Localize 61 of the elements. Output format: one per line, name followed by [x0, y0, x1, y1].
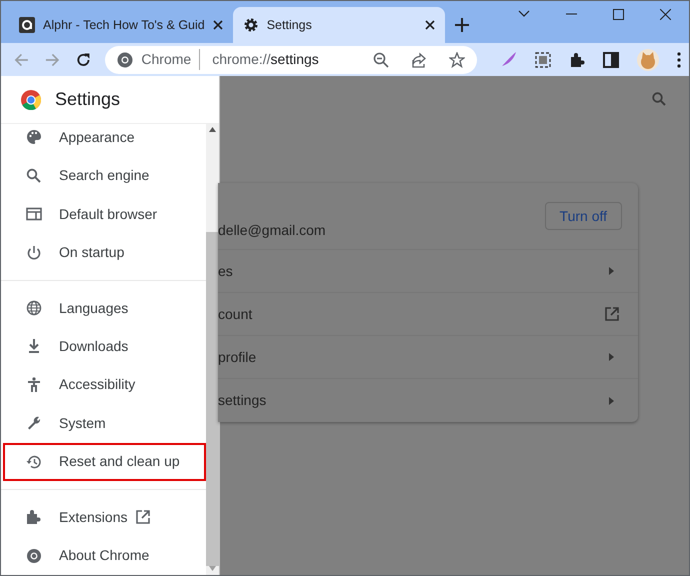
search-icon[interactable]	[652, 92, 666, 106]
puzzle-icon	[26, 509, 42, 526]
share-icon[interactable]	[411, 52, 428, 68]
settings-row[interactable]: es	[218, 250, 638, 293]
palette-icon	[26, 129, 42, 146]
search-icon	[26, 168, 42, 184]
browser-window-icon	[26, 206, 42, 222]
chevron-down-icon[interactable]	[518, 10, 530, 18]
screenshot-icon[interactable]	[535, 52, 552, 68]
power-icon	[26, 244, 42, 261]
sidebar-item[interactable]: On startup	[3, 233, 206, 272]
triangle-right-icon	[609, 396, 614, 404]
tab[interactable]: Alphr - Tech How To's & Guid	[9, 7, 233, 43]
sidebar-item[interactable]: Search engine	[3, 156, 206, 195]
star-icon[interactable]	[449, 52, 466, 68]
sidebar-item[interactable]: System	[3, 404, 206, 443]
external-link-icon[interactable]	[136, 510, 150, 524]
sidebar-item[interactable]: Extensions	[3, 498, 206, 536]
download-icon	[26, 338, 42, 354]
external-link-icon	[605, 307, 619, 321]
account-email: delle@gmail.com	[218, 221, 326, 240]
more-menu-icon[interactable]	[677, 52, 682, 68]
url-text: chrome://settings	[212, 50, 320, 69]
side-panel-icon[interactable]	[603, 52, 620, 68]
chrome-logo-icon	[21, 90, 41, 110]
wrench-icon	[26, 415, 42, 432]
close-icon[interactable]	[424, 20, 435, 30]
sidebar-item[interactable]: About Chrome	[3, 536, 206, 575]
site-chip-label: Chrome	[141, 49, 200, 70]
triangle-right-icon	[609, 267, 614, 275]
site-logo-icon	[19, 17, 35, 33]
history-icon	[26, 454, 42, 470]
close-icon[interactable]	[660, 8, 671, 20]
chrome-icon	[26, 548, 42, 564]
sidebar-item[interactable]: Downloads	[3, 327, 206, 366]
address-bar[interactable]: Chrome chrome://settings	[105, 46, 478, 74]
chrome-icon	[117, 52, 134, 68]
settings-title: Settings	[55, 88, 120, 111]
settings-row[interactable]: settings	[218, 379, 638, 422]
new-tab-icon[interactable]	[454, 18, 469, 32]
gear-icon	[242, 17, 259, 33]
scrollbar[interactable]	[206, 124, 219, 575]
minimize-icon[interactable]	[566, 13, 577, 15]
scroll-up-icon[interactable]	[209, 127, 216, 132]
feather-icon[interactable]	[499, 50, 518, 68]
settings-row[interactable]: profile	[218, 336, 638, 379]
sidebar-item[interactable]: Accessibility	[3, 366, 206, 404]
triangle-right-icon	[609, 353, 614, 361]
sidebar-item[interactable]: Appearance	[3, 118, 206, 156]
settings-row[interactable]: count	[218, 293, 638, 336]
sidebar-item[interactable]: Languages	[3, 288, 206, 328]
person-icon	[26, 376, 42, 393]
zoom-out-icon[interactable]	[373, 52, 390, 68]
globe-icon	[26, 300, 42, 316]
sidebar-item[interactable]: Reset and clean up	[3, 442, 206, 482]
maximize-icon[interactable]	[613, 8, 624, 20]
sidebar-item[interactable]: Default browser	[3, 194, 206, 234]
reload-icon[interactable]	[76, 52, 90, 68]
tab[interactable]: Settings	[232, 7, 445, 43]
close-icon[interactable]	[212, 20, 223, 30]
puzzle-icon[interactable]	[569, 52, 586, 68]
